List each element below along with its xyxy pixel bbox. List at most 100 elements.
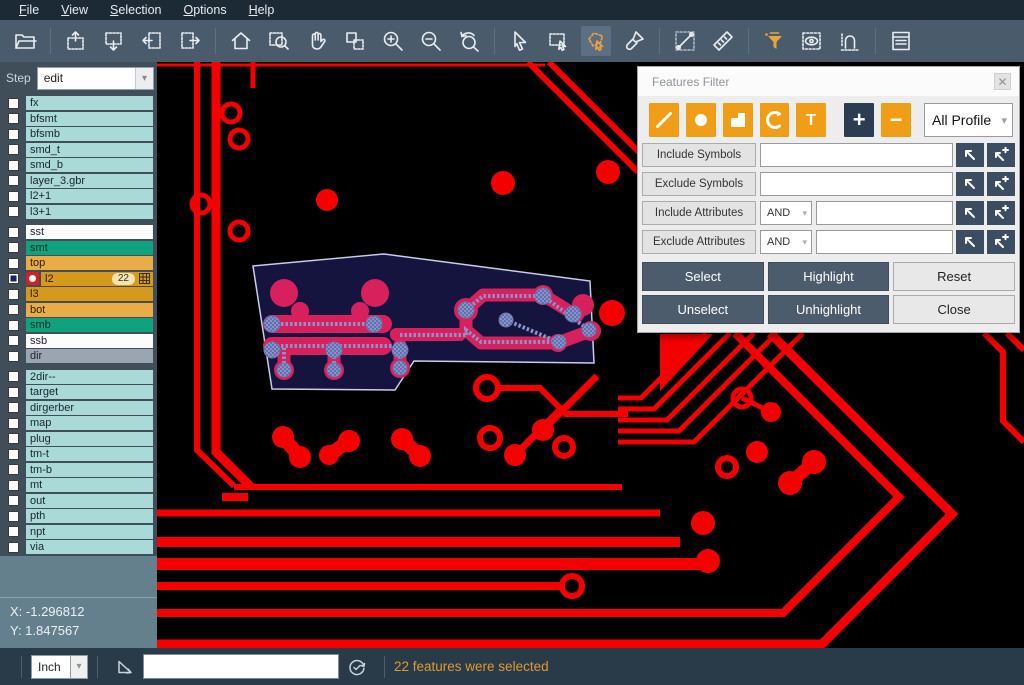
pan-hand-icon[interactable] (302, 26, 332, 56)
zoom-out-icon[interactable] (416, 26, 446, 56)
layer-row[interactable]: via (0, 540, 157, 554)
layer-name[interactable]: npt (26, 525, 153, 539)
layer-visibility-checkbox[interactable] (8, 129, 19, 140)
layer-visibility-checkbox[interactable] (8, 542, 19, 553)
layer-name[interactable]: smd_b (26, 158, 153, 172)
layer-visibility-checkbox[interactable] (8, 387, 19, 398)
layer-row-active[interactable]: l2 22 (0, 272, 157, 286)
layer-name[interactable]: dir (26, 349, 153, 363)
view-objects-icon[interactable] (340, 26, 370, 56)
include-attributes-input[interactable] (816, 201, 953, 225)
zoom-previous-icon[interactable] (454, 26, 484, 56)
layer-row[interactable]: out (0, 494, 157, 508)
layer-name[interactable]: l2+1 (26, 189, 153, 203)
layer-row[interactable]: smd_b (0, 158, 157, 172)
menu-help[interactable]: Help (238, 3, 286, 17)
layer-name[interactable]: dirgerber (26, 401, 153, 415)
layer-row[interactable]: target (0, 385, 157, 399)
menu-selection[interactable]: Selection (99, 3, 172, 17)
highlight-button[interactable]: Highlight (768, 262, 890, 291)
pick-attribute-icon[interactable] (956, 201, 984, 225)
grid-table-icon[interactable] (139, 273, 150, 284)
layer-row[interactable]: smd_t (0, 143, 157, 157)
filter-pad-button[interactable] (686, 103, 716, 137)
layer-row[interactable]: 2dir-- (0, 370, 157, 384)
select-button[interactable]: Select (642, 262, 764, 291)
home-view-icon[interactable] (226, 26, 256, 56)
include-attributes-operator-dropdown[interactable]: AND▾ (760, 201, 812, 225)
layer-name[interactable]: bfsmt (26, 112, 153, 126)
layer-name[interactable]: smt (26, 241, 153, 255)
menu-view[interactable]: View (50, 3, 99, 17)
layer-visibility-checkbox[interactable] (8, 320, 19, 331)
layer-visibility-checkbox[interactable] (8, 402, 19, 413)
layer-visibility-checkbox[interactable] (8, 273, 19, 284)
exclude-attributes-input[interactable] (816, 230, 953, 254)
layer-row[interactable]: mt (0, 478, 157, 492)
layer-name[interactable]: pth (26, 509, 153, 523)
report-list-icon[interactable] (886, 26, 916, 56)
layer-visibility-checkbox[interactable] (8, 304, 19, 315)
layer-row[interactable]: l3 (0, 287, 157, 301)
layer-visibility-checkbox[interactable] (8, 242, 19, 253)
layer-name[interactable]: l3 (26, 287, 153, 301)
move-view-up-icon[interactable] (61, 26, 91, 56)
exclude-symbols-input[interactable] (760, 172, 953, 196)
ruler-icon[interactable] (708, 26, 738, 56)
profile-dropdown[interactable]: All Profile ▾ (924, 103, 1013, 137)
layer-name[interactable]: 2dir-- (26, 370, 153, 384)
pick-add-symbol-icon[interactable] (987, 172, 1015, 196)
unhighlight-button[interactable]: Unhighlight (768, 295, 890, 324)
layer-name[interactable]: via (26, 540, 153, 554)
pcb-viewport[interactable]: Features Filter ✕ T + − All Profile ▾ (157, 62, 1024, 648)
layer-visibility-checkbox[interactable] (8, 480, 19, 491)
move-view-left-icon[interactable] (137, 26, 167, 56)
layer-visibility-checkbox[interactable] (8, 258, 19, 269)
layer-row[interactable]: tm-b (0, 463, 157, 477)
exclude-symbols-button[interactable]: Exclude Symbols (642, 172, 756, 196)
close-icon[interactable]: ✕ (994, 73, 1011, 90)
layer-name[interactable]: tm-t (26, 447, 153, 461)
layer-name[interactable]: top (26, 256, 153, 270)
include-attributes-button[interactable]: Include Attributes (642, 201, 756, 225)
filter-negative-button[interactable]: − (881, 103, 911, 137)
zoom-in-icon[interactable] (378, 26, 408, 56)
layer-visibility-checkbox[interactable] (8, 175, 19, 186)
layer-name[interactable]: layer_3.gbr (26, 174, 153, 188)
snap-path-icon[interactable] (835, 26, 865, 56)
layer-name[interactable]: fx (26, 96, 153, 110)
layer-name[interactable]: l2 22 (41, 272, 153, 286)
layer-visibility-checkbox[interactable] (8, 351, 19, 362)
layer-name[interactable]: smb (26, 318, 153, 332)
filter-line-button[interactable] (649, 103, 679, 137)
open-project-icon[interactable] (10, 26, 40, 56)
layer-row[interactable]: pth (0, 509, 157, 523)
zoom-window-icon[interactable] (264, 26, 294, 56)
layer-visibility-checkbox[interactable] (8, 449, 19, 460)
layer-visibility-checkbox[interactable] (8, 335, 19, 346)
layer-name[interactable]: bfsmb (26, 127, 153, 141)
layer-row[interactable]: l3+1 (0, 205, 157, 219)
layer-visibility-checkbox[interactable] (8, 464, 19, 475)
layer-name[interactable]: l3+1 (26, 205, 153, 219)
pick-symbol-icon[interactable] (956, 172, 984, 196)
layer-name[interactable]: smd_t (26, 143, 153, 157)
close-button[interactable]: Close (893, 295, 1015, 324)
layer-row[interactable]: layer_3.gbr (0, 174, 157, 188)
layer-row[interactable]: dirgerber (0, 401, 157, 415)
layer-row[interactable]: bfsmb (0, 127, 157, 141)
layer-row[interactable]: top (0, 256, 157, 270)
step-dropdown[interactable]: edit ▾ (37, 67, 154, 90)
dialog-title-bar[interactable]: Features Filter ✕ (638, 67, 1019, 96)
layer-visibility-checkbox[interactable] (8, 98, 19, 109)
layer-name[interactable]: map (26, 416, 153, 430)
layer-name[interactable]: sst (26, 225, 153, 239)
select-polygon-icon[interactable] (581, 26, 611, 56)
features-filter-icon[interactable] (759, 26, 789, 56)
layer-visibility-checkbox[interactable] (8, 191, 19, 202)
pick-add-attribute-icon[interactable] (987, 230, 1015, 254)
include-symbols-input[interactable] (760, 143, 953, 167)
unit-dropdown[interactable]: Inch ▾ (31, 655, 88, 679)
layer-row[interactable]: smb (0, 318, 157, 332)
layer-visibility-checkbox[interactable] (8, 495, 19, 506)
